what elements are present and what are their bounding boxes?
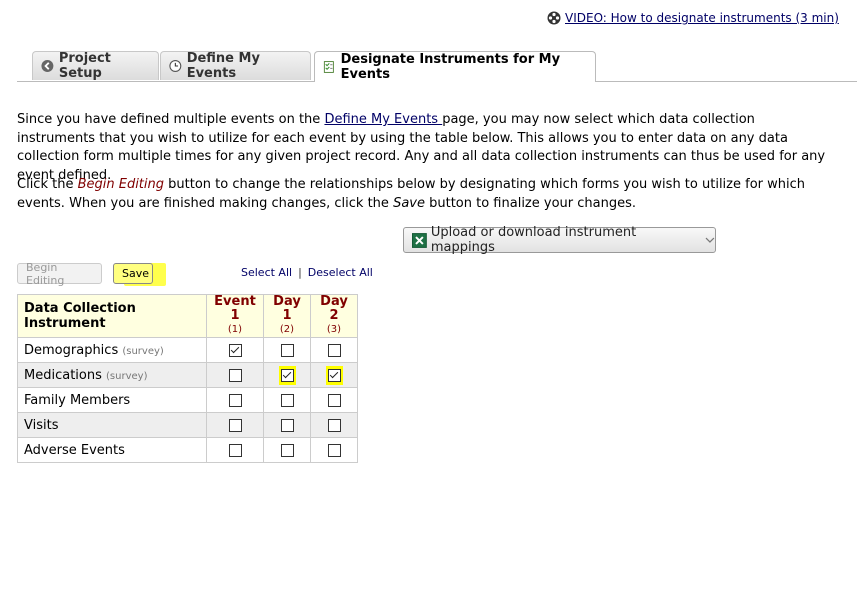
checkbox-cell (206, 362, 264, 388)
event-checkbox[interactable] (327, 368, 341, 382)
checkbox-cell (263, 437, 311, 463)
instrument-name-cell: Demographics (survey) (17, 337, 207, 363)
checkbox-cell (263, 387, 311, 413)
instrument-column-header: Data Collection Instrument (17, 294, 207, 338)
checkbox-cell (206, 337, 264, 363)
checkbox-highlight (278, 365, 296, 385)
table-row: Visits (17, 412, 358, 438)
instrument-name-cell: Adverse Events (17, 437, 207, 463)
checkbox-highlight (325, 365, 343, 385)
instructions-paragraph: Click the Begin Editing button to change… (17, 176, 827, 213)
chevron-down-icon (705, 237, 715, 243)
event-name: Day 2 (320, 294, 348, 323)
checkbox-cell (263, 337, 311, 363)
deselect-all-link[interactable]: Deselect All (308, 266, 373, 279)
table-row: Demographics (survey) (17, 337, 358, 363)
checkbox-cell (310, 362, 358, 388)
instrument-name: Medications (24, 367, 102, 383)
instructions-text-3: button to finalize your changes. (424, 195, 636, 211)
checkbox-cell (206, 412, 264, 438)
instrument-name-cell: Family Members (17, 387, 207, 413)
video-link-container: VIDEO: How to designate instruments (3 m… (547, 11, 839, 25)
event-number: (1) (227, 324, 243, 335)
event-checkbox[interactable] (228, 393, 242, 407)
event-column-header: Event 1 (1) (206, 294, 264, 338)
survey-tag: (survey) (106, 370, 148, 382)
film-reel-icon (547, 11, 561, 25)
event-column-header: Day 2 (3) (310, 294, 358, 338)
excel-icon (412, 232, 427, 248)
checkbox-cell (206, 387, 264, 413)
event-checkbox[interactable] (228, 368, 242, 382)
instructions-text-1: Click the (17, 177, 78, 192)
event-column-header: Day 1 (2) (263, 294, 311, 338)
event-number: (2) (279, 324, 295, 335)
instrument-name-cell: Medications (survey) (17, 362, 207, 388)
define-my-events-link[interactable]: Define My Events (324, 112, 442, 127)
event-checkbox[interactable] (280, 418, 294, 432)
video-link[interactable]: VIDEO: How to designate instruments (3 m… (565, 11, 839, 25)
back-arrow-icon (41, 60, 54, 72)
upload-download-mappings-button[interactable]: Upload or download instrument mappings (403, 225, 716, 255)
table-row: Family Members (17, 387, 358, 413)
checkbox-cell (206, 437, 264, 463)
table-row: Adverse Events (17, 437, 358, 463)
event-checkbox[interactable] (280, 443, 294, 457)
event-checkbox[interactable] (327, 343, 341, 357)
clock-icon (169, 60, 182, 72)
event-checkbox[interactable] (280, 368, 294, 382)
table-row: Medications (survey) (17, 362, 358, 388)
save-emphasis: Save (393, 195, 425, 211)
tab-project-setup[interactable]: Project Setup (32, 51, 159, 81)
tab-designate-instruments[interactable]: Designate Instruments for My Events (314, 51, 596, 82)
instrument-name: Family Members (24, 392, 131, 408)
checkbox-cell (310, 437, 358, 463)
upload-button-label: Upload or download instrument mappings (430, 225, 637, 255)
save-button[interactable]: Save (113, 263, 153, 284)
instrument-name: Adverse Events (24, 442, 125, 458)
instrument-name-cell: Visits (17, 412, 207, 438)
intro-paragraph: Since you have defined multiple events o… (17, 111, 827, 185)
separator: | (298, 266, 302, 279)
event-name: Day 1 (273, 294, 301, 323)
event-checkbox[interactable] (228, 418, 242, 432)
checkbox-cell (310, 412, 358, 438)
tab-label: Define My Events (186, 51, 260, 81)
event-checkbox[interactable] (327, 443, 341, 457)
tab-label: Designate Instruments for My Events (340, 52, 561, 82)
event-name: Event 1 (214, 294, 256, 323)
checklist-icon (323, 61, 334, 73)
tab-define-my-events[interactable]: Define My Events (160, 51, 311, 81)
tab-bar: Project Setup Define My Events Designate… (17, 51, 857, 82)
event-checkbox[interactable] (280, 343, 294, 357)
select-all-link[interactable]: Select All (241, 266, 292, 279)
intro-text-1: Since you have defined multiple events o… (17, 112, 325, 127)
survey-tag: (survey) (122, 345, 164, 357)
select-links: Select All | Deselect All (241, 266, 373, 279)
checkbox-cell (263, 412, 311, 438)
event-number: (3) (326, 324, 342, 335)
checkbox-cell (310, 337, 358, 363)
checkbox-cell (310, 387, 358, 413)
checkbox-cell (263, 362, 311, 388)
event-checkbox[interactable] (327, 418, 341, 432)
begin-editing-button[interactable]: Begin Editing (17, 261, 102, 287)
instrument-name: Demographics (24, 342, 119, 358)
event-checkbox[interactable] (228, 343, 242, 357)
event-checkbox[interactable] (228, 443, 242, 457)
begin-editing-emphasis: Begin Editing (77, 177, 165, 192)
instrument-event-table: Data Collection Instrument Event 1 (1) D… (17, 294, 358, 463)
instrument-name: Visits (24, 417, 59, 433)
event-checkbox[interactable] (327, 393, 341, 407)
tab-label: Project Setup (58, 51, 111, 81)
event-checkbox[interactable] (280, 393, 294, 407)
